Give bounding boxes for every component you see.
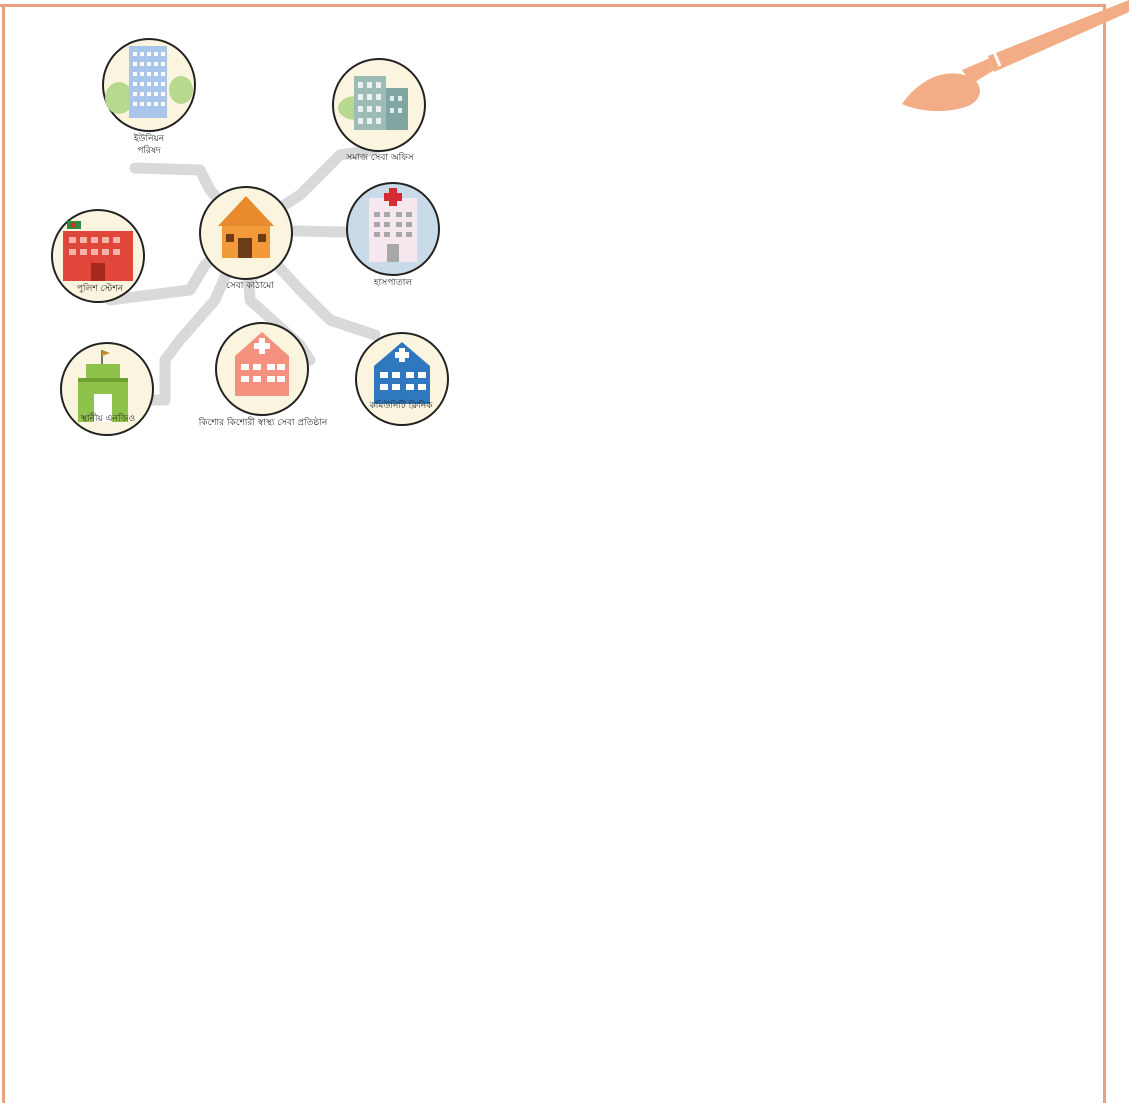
office-buildings-icon [332,58,426,152]
frame-right-border [1103,4,1106,1103]
health-center-icon [215,322,309,416]
hospital-label: হাসপাতাল [373,278,413,288]
police-station-label: পুলিশ স্টেশন [76,284,124,294]
hospital-icon [346,182,440,276]
community-clinic-label: কমিউনিটি ক্লিনিক [369,401,433,411]
paintbrush-icon [902,0,1129,112]
house-icon [199,186,293,280]
local-ngo-label: স্থানীয় এনজিও [80,414,136,424]
social-service-label: সমাজ সেবা অফিস [346,153,414,163]
adolescent-health-label: কিশোর কিশোরী স্বাস্থ্য সেবা প্রতিষ্ঠান [198,418,328,428]
service-structure-diagram: ইউনিয়ন পরিষদ সমাজ সেবা অফিস সেবা কাঠামো [0,0,470,450]
office-tower-icon [102,38,196,132]
union-parishad-label: ইউনিয়ন পরিষদ [133,134,165,156]
center-label: সেবা কাঠামো [226,281,274,291]
